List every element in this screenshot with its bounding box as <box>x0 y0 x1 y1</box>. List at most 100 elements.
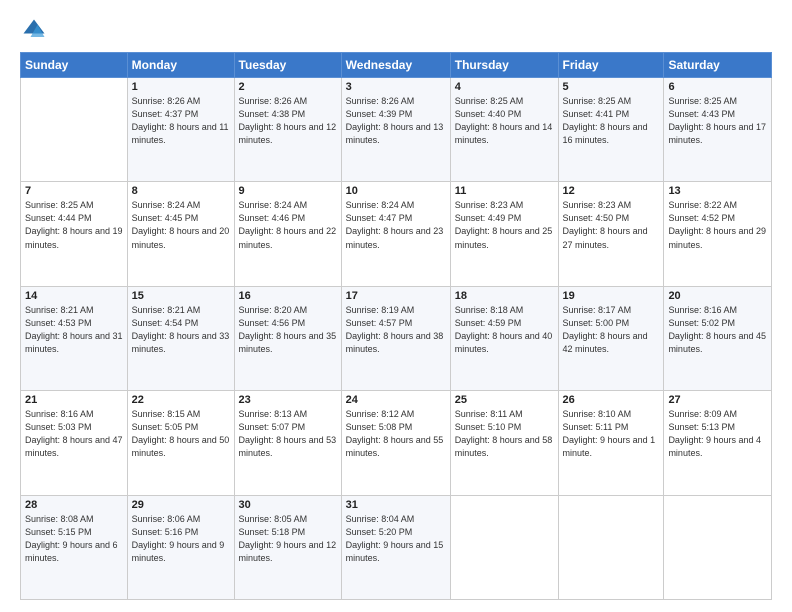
day-detail: Sunrise: 8:10 AMSunset: 5:11 PMDaylight:… <box>563 409 656 458</box>
day-number: 22 <box>132 394 230 406</box>
day-number: 1 <box>132 81 230 93</box>
calendar-cell <box>450 495 558 599</box>
day-number: 14 <box>25 290 123 302</box>
weekday-header-tuesday: Tuesday <box>234 53 341 78</box>
day-detail: Sunrise: 8:26 AMSunset: 4:39 PMDaylight:… <box>346 96 444 145</box>
calendar-cell: 10 Sunrise: 8:24 AMSunset: 4:47 PMDaylig… <box>341 182 450 286</box>
day-detail: Sunrise: 8:18 AMSunset: 4:59 PMDaylight:… <box>455 305 553 354</box>
day-number: 7 <box>25 185 123 197</box>
day-number: 15 <box>132 290 230 302</box>
calendar-table: SundayMondayTuesdayWednesdayThursdayFrid… <box>20 52 772 600</box>
day-detail: Sunrise: 8:16 AMSunset: 5:02 PMDaylight:… <box>668 305 766 354</box>
day-number: 20 <box>668 290 767 302</box>
calendar-cell: 6 Sunrise: 8:25 AMSunset: 4:43 PMDayligh… <box>664 78 772 182</box>
weekday-header-sunday: Sunday <box>21 53 128 78</box>
calendar-cell: 31 Sunrise: 8:04 AMSunset: 5:20 PMDaylig… <box>341 495 450 599</box>
header <box>20 16 772 44</box>
day-detail: Sunrise: 8:25 AMSunset: 4:41 PMDaylight:… <box>563 96 648 145</box>
day-number: 25 <box>455 394 554 406</box>
calendar-cell: 18 Sunrise: 8:18 AMSunset: 4:59 PMDaylig… <box>450 286 558 390</box>
calendar-cell: 9 Sunrise: 8:24 AMSunset: 4:46 PMDayligh… <box>234 182 341 286</box>
calendar-cell: 2 Sunrise: 8:26 AMSunset: 4:38 PMDayligh… <box>234 78 341 182</box>
day-detail: Sunrise: 8:08 AMSunset: 5:15 PMDaylight:… <box>25 514 118 563</box>
calendar-cell: 14 Sunrise: 8:21 AMSunset: 4:53 PMDaylig… <box>21 286 128 390</box>
day-detail: Sunrise: 8:21 AMSunset: 4:54 PMDaylight:… <box>132 305 230 354</box>
calendar-week-row: 21 Sunrise: 8:16 AMSunset: 5:03 PMDaylig… <box>21 391 772 495</box>
day-number: 12 <box>563 185 660 197</box>
calendar-cell: 5 Sunrise: 8:25 AMSunset: 4:41 PMDayligh… <box>558 78 664 182</box>
weekday-header-wednesday: Wednesday <box>341 53 450 78</box>
calendar-cell: 19 Sunrise: 8:17 AMSunset: 5:00 PMDaylig… <box>558 286 664 390</box>
calendar-cell: 3 Sunrise: 8:26 AMSunset: 4:39 PMDayligh… <box>341 78 450 182</box>
weekday-header-saturday: Saturday <box>664 53 772 78</box>
day-detail: Sunrise: 8:06 AMSunset: 5:16 PMDaylight:… <box>132 514 225 563</box>
weekday-header-thursday: Thursday <box>450 53 558 78</box>
calendar-cell: 15 Sunrise: 8:21 AMSunset: 4:54 PMDaylig… <box>127 286 234 390</box>
day-number: 5 <box>563 81 660 93</box>
calendar-week-row: 28 Sunrise: 8:08 AMSunset: 5:15 PMDaylig… <box>21 495 772 599</box>
day-detail: Sunrise: 8:24 AMSunset: 4:47 PMDaylight:… <box>346 200 444 249</box>
day-detail: Sunrise: 8:16 AMSunset: 5:03 PMDaylight:… <box>25 409 123 458</box>
day-number: 30 <box>239 499 337 511</box>
day-number: 13 <box>668 185 767 197</box>
day-detail: Sunrise: 8:19 AMSunset: 4:57 PMDaylight:… <box>346 305 444 354</box>
day-number: 19 <box>563 290 660 302</box>
day-detail: Sunrise: 8:25 AMSunset: 4:40 PMDaylight:… <box>455 96 553 145</box>
weekday-header-row: SundayMondayTuesdayWednesdayThursdayFrid… <box>21 53 772 78</box>
calendar-cell: 21 Sunrise: 8:16 AMSunset: 5:03 PMDaylig… <box>21 391 128 495</box>
calendar-cell: 7 Sunrise: 8:25 AMSunset: 4:44 PMDayligh… <box>21 182 128 286</box>
weekday-header-monday: Monday <box>127 53 234 78</box>
day-detail: Sunrise: 8:04 AMSunset: 5:20 PMDaylight:… <box>346 514 444 563</box>
calendar-cell: 28 Sunrise: 8:08 AMSunset: 5:15 PMDaylig… <box>21 495 128 599</box>
calendar-cell <box>664 495 772 599</box>
calendar-cell: 4 Sunrise: 8:25 AMSunset: 4:40 PMDayligh… <box>450 78 558 182</box>
day-number: 18 <box>455 290 554 302</box>
calendar-cell: 25 Sunrise: 8:11 AMSunset: 5:10 PMDaylig… <box>450 391 558 495</box>
day-detail: Sunrise: 8:23 AMSunset: 4:49 PMDaylight:… <box>455 200 553 249</box>
day-detail: Sunrise: 8:26 AMSunset: 4:37 PMDaylight:… <box>132 96 229 145</box>
day-detail: Sunrise: 8:05 AMSunset: 5:18 PMDaylight:… <box>239 514 337 563</box>
page: SundayMondayTuesdayWednesdayThursdayFrid… <box>0 0 792 612</box>
day-number: 29 <box>132 499 230 511</box>
calendar-cell <box>21 78 128 182</box>
day-number: 17 <box>346 290 446 302</box>
day-detail: Sunrise: 8:24 AMSunset: 4:46 PMDaylight:… <box>239 200 337 249</box>
calendar-cell: 8 Sunrise: 8:24 AMSunset: 4:45 PMDayligh… <box>127 182 234 286</box>
day-detail: Sunrise: 8:22 AMSunset: 4:52 PMDaylight:… <box>668 200 766 249</box>
calendar-week-row: 1 Sunrise: 8:26 AMSunset: 4:37 PMDayligh… <box>21 78 772 182</box>
day-number: 2 <box>239 81 337 93</box>
day-detail: Sunrise: 8:15 AMSunset: 5:05 PMDaylight:… <box>132 409 230 458</box>
calendar-cell <box>558 495 664 599</box>
calendar-cell: 16 Sunrise: 8:20 AMSunset: 4:56 PMDaylig… <box>234 286 341 390</box>
day-number: 6 <box>668 81 767 93</box>
calendar-cell: 27 Sunrise: 8:09 AMSunset: 5:13 PMDaylig… <box>664 391 772 495</box>
calendar-cell: 11 Sunrise: 8:23 AMSunset: 4:49 PMDaylig… <box>450 182 558 286</box>
weekday-header-friday: Friday <box>558 53 664 78</box>
day-number: 9 <box>239 185 337 197</box>
logo-icon <box>20 16 48 44</box>
day-number: 4 <box>455 81 554 93</box>
calendar-cell: 20 Sunrise: 8:16 AMSunset: 5:02 PMDaylig… <box>664 286 772 390</box>
calendar-week-row: 7 Sunrise: 8:25 AMSunset: 4:44 PMDayligh… <box>21 182 772 286</box>
day-detail: Sunrise: 8:25 AMSunset: 4:44 PMDaylight:… <box>25 200 123 249</box>
day-detail: Sunrise: 8:26 AMSunset: 4:38 PMDaylight:… <box>239 96 337 145</box>
calendar-cell: 24 Sunrise: 8:12 AMSunset: 5:08 PMDaylig… <box>341 391 450 495</box>
calendar-cell: 1 Sunrise: 8:26 AMSunset: 4:37 PMDayligh… <box>127 78 234 182</box>
day-number: 31 <box>346 499 446 511</box>
day-number: 27 <box>668 394 767 406</box>
day-detail: Sunrise: 8:20 AMSunset: 4:56 PMDaylight:… <box>239 305 337 354</box>
calendar-cell: 30 Sunrise: 8:05 AMSunset: 5:18 PMDaylig… <box>234 495 341 599</box>
day-detail: Sunrise: 8:25 AMSunset: 4:43 PMDaylight:… <box>668 96 766 145</box>
day-number: 10 <box>346 185 446 197</box>
calendar-cell: 29 Sunrise: 8:06 AMSunset: 5:16 PMDaylig… <box>127 495 234 599</box>
day-number: 26 <box>563 394 660 406</box>
day-number: 28 <box>25 499 123 511</box>
day-number: 24 <box>346 394 446 406</box>
day-detail: Sunrise: 8:23 AMSunset: 4:50 PMDaylight:… <box>563 200 648 249</box>
calendar-cell: 12 Sunrise: 8:23 AMSunset: 4:50 PMDaylig… <box>558 182 664 286</box>
day-detail: Sunrise: 8:17 AMSunset: 5:00 PMDaylight:… <box>563 305 648 354</box>
day-number: 16 <box>239 290 337 302</box>
calendar-cell: 26 Sunrise: 8:10 AMSunset: 5:11 PMDaylig… <box>558 391 664 495</box>
day-number: 23 <box>239 394 337 406</box>
day-number: 11 <box>455 185 554 197</box>
